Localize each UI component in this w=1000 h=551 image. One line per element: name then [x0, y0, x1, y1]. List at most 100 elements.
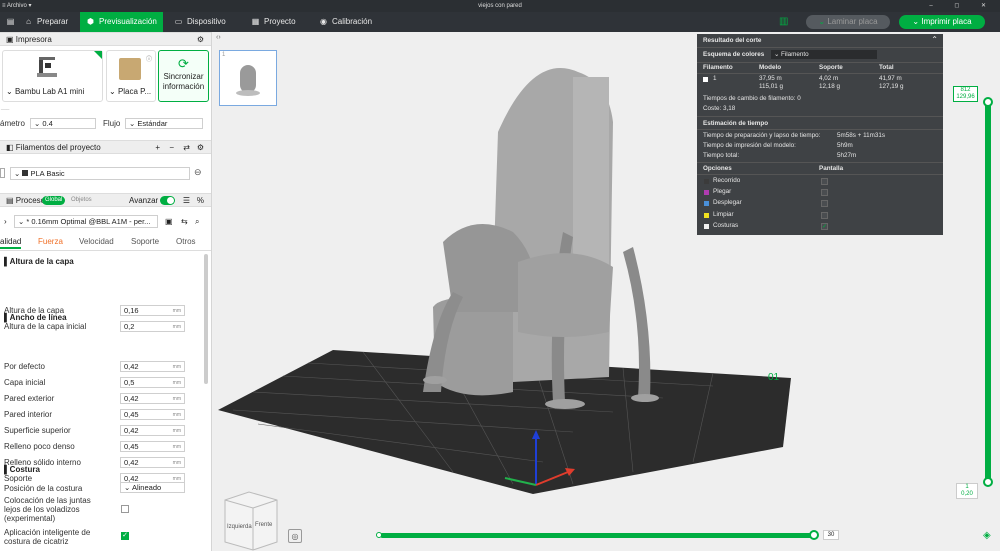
setting-input[interactable]: 0,42 mm	[120, 361, 185, 372]
color-scheme-label: Esquema de colores	[703, 51, 765, 58]
color-scheme-select[interactable]: ⌄ Filamento	[771, 50, 877, 59]
cost: Coste: 3,18	[703, 105, 736, 112]
time-estimate-heading: Estimación de tiempo	[703, 120, 769, 127]
sync-info-button[interactable]: ⟳ Sincronizar información	[158, 50, 209, 102]
options-heading: Opciones	[703, 165, 732, 172]
subtab-speed[interactable]: Velocidad	[79, 237, 114, 246]
layer-top-readout: 812 129,96	[953, 86, 978, 102]
option-label: Plegar	[713, 188, 732, 196]
option-display-checkbox[interactable]	[821, 200, 828, 208]
subtab-strength[interactable]: Fuerza	[38, 237, 63, 246]
seam-position-label: Posición de la costura	[4, 484, 83, 493]
gear-icon[interactable]: ⚙	[197, 33, 204, 46]
subtab-support[interactable]: Soporte	[131, 237, 159, 246]
setting-label: Por defecto	[4, 362, 45, 371]
option-display-checkbox[interactable]: ✓	[821, 222, 828, 230]
support-weight: 12,18 g	[819, 83, 841, 90]
subtab-quality[interactable]: alidad	[0, 237, 22, 249]
move-slider-knob[interactable]	[809, 530, 819, 540]
model-3d	[423, 68, 659, 409]
percent-icon[interactable]: %	[197, 194, 204, 207]
prep-time-value: 5m58s + 11m31s	[837, 132, 886, 139]
save-icon[interactable]: ▣	[165, 217, 173, 226]
sync-icon: ⟳	[178, 56, 189, 71]
print-plate-button[interactable]: ⌄ Imprimir placa	[899, 15, 985, 29]
setting-input[interactable]: 0,5 mm	[120, 377, 185, 388]
plate-name: Placa P...	[117, 87, 152, 96]
option-label: Desplegar	[713, 199, 742, 207]
compare-icon[interactable]: ⇆	[181, 217, 188, 226]
setting-input[interactable]: 0,42 mm	[120, 425, 185, 436]
layout-icon[interactable]: ▥	[779, 16, 788, 27]
seam-position-select[interactable]: ⌄ Alineado	[120, 482, 185, 493]
plus-icon[interactable]: +	[155, 141, 160, 154]
setting-input[interactable]: 0,42 mm	[120, 457, 185, 468]
setting-input[interactable]: 0,16 mm	[120, 305, 185, 316]
move-slider[interactable]	[380, 533, 816, 538]
subtab-others[interactable]: Otros	[176, 237, 196, 246]
collapse-icon[interactable]: ⌃	[931, 35, 938, 44]
plate-card[interactable]: ⓘ ⌄ Placa P...	[106, 50, 156, 102]
flow-select[interactable]: ⌄ Estándar	[125, 118, 203, 129]
setting-label: Soporte	[4, 474, 33, 483]
layer-slider-bottom-knob[interactable]	[983, 477, 993, 487]
setting-input[interactable]: 0,45 mm	[120, 409, 185, 420]
tab-device[interactable]: ▭ Dispositivo	[168, 12, 232, 32]
list-icon[interactable]: ☰	[183, 194, 190, 207]
printer-name: Bambu Lab A1 mini	[14, 87, 85, 96]
view-cube[interactable]: Izquierda Frente	[224, 491, 278, 551]
advanced-switch[interactable]	[160, 196, 175, 205]
move-slider-value: 30	[823, 530, 839, 540]
line-width-heading: Ancho de línea	[9, 313, 67, 322]
view-cube-front-label: Frente	[255, 522, 273, 528]
info-icon[interactable]: ⓘ	[146, 54, 152, 63]
setting-input[interactable]: 0,2 mm	[120, 321, 185, 332]
seam-placement-checkbox[interactable]	[121, 505, 129, 513]
process-icon: ▤	[6, 196, 16, 205]
objects-toggle[interactable]: Objetos	[71, 196, 92, 205]
expand-icon[interactable]: ›	[4, 217, 7, 226]
camera-icon[interactable]: ◎	[288, 529, 302, 543]
col-model: Modelo	[759, 64, 782, 71]
window-controls[interactable]: – ◻ ✕	[929, 0, 996, 12]
setting-label: Superficie superior	[4, 426, 71, 435]
filament-icon: ◧	[6, 143, 16, 152]
printer-card[interactable]: ⌄ Bambu Lab A1 mini	[2, 50, 103, 102]
move-slider-start[interactable]	[376, 532, 382, 538]
search-icon[interactable]: ⌕	[195, 217, 199, 227]
gear-icon[interactable]: ⚙	[197, 141, 204, 154]
tab-prepare[interactable]: ⌂ Preparar	[18, 12, 74, 32]
sidebar-scrollbar[interactable]	[204, 254, 208, 384]
tab-preview[interactable]: ⬢ Previsualización	[80, 12, 163, 32]
remove-filament-icon[interactable]: ⊖	[194, 167, 202, 178]
smart-scarf-checkbox[interactable]: ✓	[121, 532, 129, 540]
option-display-checkbox[interactable]	[821, 189, 828, 197]
layers-toggle-icon[interactable]: ◈	[983, 530, 991, 541]
process-preset-select[interactable]: ⌄ * 0.16mm Optimal @BBL A1M - per...	[14, 215, 158, 228]
layer-slider[interactable]	[985, 100, 991, 485]
printer-icon: ▣	[6, 35, 16, 44]
slice-plate-button[interactable]: ⌄ Laminar placa	[806, 15, 890, 29]
chevron-down-icon: ⌄	[774, 51, 782, 58]
total-length: 41,97 m	[879, 75, 902, 82]
setting-label: Pared interior	[4, 410, 53, 419]
setting-input[interactable]: 0,42 mm	[120, 393, 185, 404]
option-display-checkbox[interactable]	[821, 211, 828, 219]
filament-select[interactable]: ⌄ PLA Basic	[10, 167, 190, 180]
display-heading: Pantalla	[819, 165, 844, 172]
nozzle-select[interactable]: ⌄ 0.4	[30, 118, 96, 129]
layer-slider-top-knob[interactable]	[983, 97, 993, 107]
filament-slot[interactable]	[0, 168, 5, 178]
setting-input[interactable]: 0,45 mm	[120, 441, 185, 452]
tab-project[interactable]: ▦ Proyecto	[245, 12, 302, 32]
option-display-checkbox[interactable]	[821, 178, 828, 185]
document-icon: ▦	[251, 17, 260, 26]
sync-filament-icon[interactable]: ⇄	[183, 141, 190, 154]
minus-icon[interactable]: −	[169, 141, 174, 154]
smart-scarf-label-2: costura de cicatriz	[4, 537, 69, 546]
global-toggle[interactable]: Global	[42, 196, 66, 205]
setting-label: Pared exterior	[4, 394, 55, 403]
process-subtabs: alidad Fuerza Velocidad Soporte Otros	[0, 235, 211, 251]
tab-calibration[interactable]: ◉ Calibración	[313, 12, 378, 32]
printer-section-header: ▣ Impresora ⚙	[0, 32, 211, 46]
